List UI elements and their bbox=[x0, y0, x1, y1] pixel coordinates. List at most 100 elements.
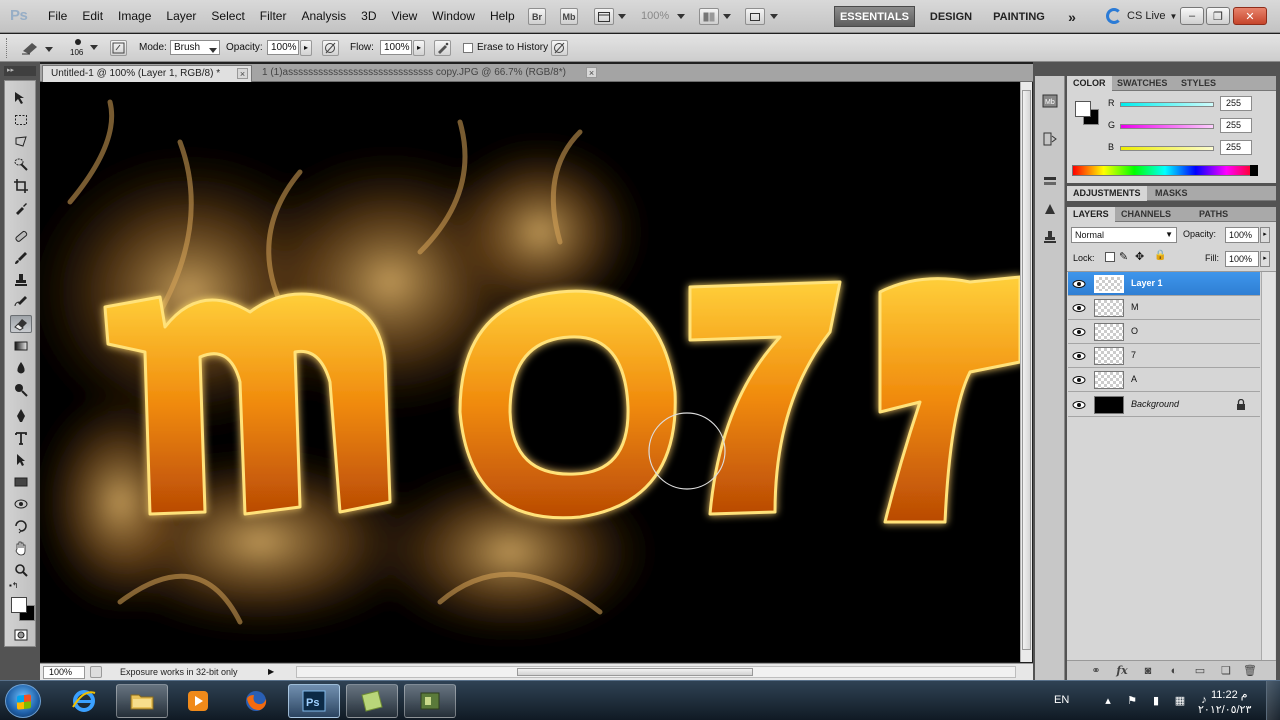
toolbox-collapse[interactable]: ▸▸ bbox=[4, 66, 36, 76]
close-icon[interactable]: × bbox=[237, 68, 248, 79]
layer-opacity-arrow-icon[interactable]: ▸ bbox=[1260, 227, 1270, 243]
menu-help[interactable]: Help bbox=[490, 9, 515, 23]
green-channel-track[interactable] bbox=[1120, 124, 1214, 129]
brush-panel-toggle[interactable] bbox=[110, 40, 127, 56]
layer-opacity-field[interactable]: 100% bbox=[1225, 227, 1259, 243]
zoom-field[interactable]: 100% bbox=[43, 666, 85, 679]
color-foreground-swatch[interactable] bbox=[1075, 101, 1091, 117]
document-tab-jpg[interactable]: 1 (1)asssssssssssssssssssssssssssss copy… bbox=[254, 65, 600, 82]
clone-source-panel-button[interactable] bbox=[1040, 228, 1060, 246]
menu-window[interactable]: Window bbox=[432, 9, 475, 23]
tab-masks[interactable]: MASKS bbox=[1149, 186, 1194, 201]
new-layer-icon[interactable]: ❏ bbox=[1219, 664, 1233, 677]
lasso-tool[interactable] bbox=[10, 133, 32, 151]
close-button[interactable]: ✕ bbox=[1233, 7, 1267, 25]
chevron-down-icon[interactable] bbox=[45, 47, 53, 52]
eye-icon[interactable] bbox=[1072, 326, 1086, 338]
blend-mode-select[interactable]: Normal ▼ bbox=[1071, 227, 1177, 243]
hand-tool[interactable] bbox=[10, 539, 32, 557]
eraser-tool[interactable] bbox=[10, 315, 32, 333]
tab-channels[interactable]: CHANNELS bbox=[1115, 207, 1177, 222]
flow-field[interactable]: 100% bbox=[380, 40, 412, 55]
action-center-icon[interactable]: ⚑ bbox=[1124, 692, 1140, 708]
brush-preset-picker[interactable]: 106 bbox=[62, 37, 98, 59]
green-channel-value[interactable]: 255 bbox=[1220, 118, 1252, 133]
healing-brush-tool[interactable] bbox=[10, 227, 32, 245]
tab-adjustments[interactable]: ADJUSTMENTS bbox=[1067, 186, 1147, 201]
menu-select[interactable]: Select bbox=[211, 9, 244, 23]
more-workspaces-button[interactable]: » bbox=[1062, 6, 1082, 27]
erase-to-history-checkbox[interactable] bbox=[463, 43, 473, 53]
layer-row-layer-1[interactable]: Layer 1 bbox=[1068, 272, 1260, 296]
input-language[interactable]: EN bbox=[1054, 694, 1069, 706]
minimize-button[interactable]: – bbox=[1180, 7, 1204, 25]
path-selection-tool[interactable] bbox=[10, 451, 32, 469]
layer-row-background[interactable]: Background bbox=[1068, 393, 1260, 417]
menu-analysis[interactable]: Analysis bbox=[301, 9, 346, 23]
taskbar-sticky-notes[interactable] bbox=[346, 684, 398, 718]
tab-layers[interactable]: LAYERS bbox=[1067, 207, 1115, 222]
menu-file[interactable]: File bbox=[48, 9, 67, 23]
shape-tool[interactable] bbox=[10, 473, 32, 491]
power-icon[interactable]: ▮ bbox=[1148, 692, 1164, 708]
document-tab-untitled[interactable]: Untitled-1 @ 100% (Layer 1, RGB/8) * × bbox=[42, 65, 252, 82]
workspace-design[interactable]: DESIGN bbox=[925, 6, 977, 27]
lock-pixels-icon[interactable]: ✎ bbox=[1119, 250, 1128, 263]
adjustment-icon[interactable]: ◐ bbox=[1167, 664, 1181, 677]
layers-scrollbar[interactable] bbox=[1261, 272, 1275, 660]
taskbar-program[interactable] bbox=[404, 684, 456, 718]
bridge-button[interactable]: Br bbox=[528, 8, 546, 25]
default-colors-icon[interactable]: ▪↰ bbox=[9, 581, 19, 590]
opacity-slider-button[interactable]: ▸ bbox=[300, 40, 312, 56]
close-icon[interactable]: × bbox=[586, 67, 597, 78]
clock-time[interactable]: 11:22 م bbox=[1211, 688, 1248, 701]
fill-arrow-icon[interactable]: ▸ bbox=[1260, 251, 1270, 267]
layer-row-m[interactable]: M bbox=[1068, 296, 1260, 320]
quick-mask-button[interactable] bbox=[10, 626, 32, 644]
mini-bridge-button[interactable]: Mb bbox=[560, 8, 578, 25]
clone-stamp-tool[interactable] bbox=[10, 271, 32, 289]
menu-edit[interactable]: Edit bbox=[82, 9, 103, 23]
3d-orbit-tool[interactable] bbox=[10, 517, 32, 535]
blue-channel-track[interactable] bbox=[1120, 146, 1214, 151]
red-channel-track[interactable] bbox=[1120, 102, 1214, 107]
menu-image[interactable]: Image bbox=[118, 9, 151, 23]
tool-preset-picker[interactable] bbox=[20, 40, 42, 59]
restore-button[interactable]: ❐ bbox=[1206, 7, 1230, 25]
tool-presets-panel-button[interactable] bbox=[1040, 200, 1060, 218]
vertical-scrollbar[interactable] bbox=[1020, 82, 1032, 662]
group-icon[interactable]: ▭ bbox=[1193, 664, 1207, 677]
horizontal-scroll-thumb[interactable] bbox=[517, 668, 753, 676]
tab-paths[interactable]: PATHS bbox=[1193, 207, 1234, 222]
blur-tool[interactable] bbox=[10, 359, 32, 377]
color-spectrum-bar[interactable] bbox=[1072, 165, 1258, 176]
tab-swatches[interactable]: SWATCHES bbox=[1111, 76, 1173, 91]
tab-styles[interactable]: STYLES bbox=[1175, 76, 1222, 91]
menu-filter[interactable]: Filter bbox=[260, 9, 287, 23]
chevron-down-icon[interactable] bbox=[677, 14, 685, 19]
chevron-down-icon[interactable] bbox=[770, 14, 778, 19]
actions-panel-button[interactable] bbox=[1040, 172, 1060, 190]
airbrush-pressure-toggle[interactable] bbox=[322, 40, 339, 56]
horizontal-scrollbar[interactable] bbox=[296, 666, 1016, 678]
vertical-scroll-thumb[interactable] bbox=[1022, 90, 1031, 650]
history-brush-tool[interactable] bbox=[10, 293, 32, 311]
airbrush-toggle[interactable] bbox=[434, 40, 451, 56]
lock-position-icon[interactable]: ✥ bbox=[1135, 250, 1144, 263]
history-panel-button[interactable] bbox=[1040, 130, 1060, 148]
gradient-tool[interactable] bbox=[10, 337, 32, 355]
start-button[interactable] bbox=[5, 684, 41, 718]
layer-row-7[interactable]: 7 bbox=[1068, 344, 1260, 368]
layer-row-a[interactable]: A bbox=[1068, 368, 1260, 392]
zoom-tool[interactable] bbox=[10, 561, 32, 579]
chevron-down-icon[interactable] bbox=[618, 14, 626, 19]
brush-tool[interactable] bbox=[10, 249, 32, 267]
mini-bridge-panel-button[interactable]: Mb bbox=[1040, 92, 1060, 110]
clock-date[interactable]: ٢٠١٢/٠٥/٢٣ bbox=[1198, 703, 1251, 716]
foreground-color-swatch[interactable] bbox=[11, 597, 27, 613]
status-info-icon[interactable] bbox=[90, 666, 102, 678]
fill-field[interactable]: 100% bbox=[1225, 251, 1259, 267]
menu-layer[interactable]: Layer bbox=[166, 9, 196, 23]
crop-tool[interactable] bbox=[10, 177, 32, 195]
workspace-essentials[interactable]: ESSENTIALS bbox=[834, 6, 915, 27]
